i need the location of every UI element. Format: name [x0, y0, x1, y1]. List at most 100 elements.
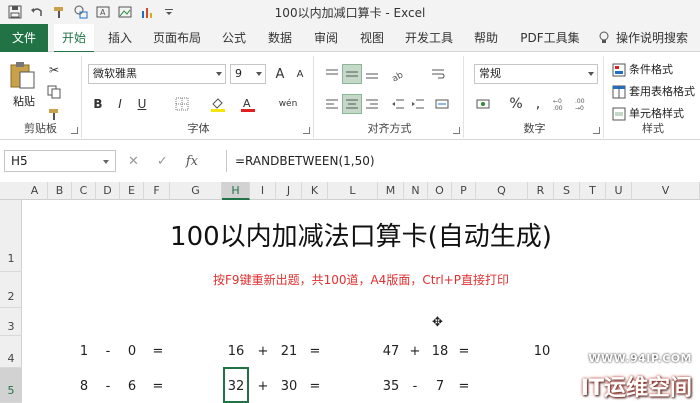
cell[interactable]: =: [303, 344, 327, 359]
bold-button[interactable]: B: [88, 94, 108, 114]
conditional-formatting-button[interactable]: 条件格式: [612, 60, 673, 80]
italic-button[interactable]: I: [110, 94, 130, 114]
cell[interactable]: +: [251, 344, 275, 359]
decrease-decimal-icon[interactable]: .00 →0: [574, 94, 594, 114]
tab-file[interactable]: 文件: [0, 24, 48, 52]
cell[interactable]: 7: [428, 379, 452, 394]
column-header[interactable]: B: [48, 182, 72, 200]
column-header[interactable]: L: [328, 182, 378, 200]
cell[interactable]: 47: [379, 344, 403, 359]
increase-indent-icon[interactable]: [408, 94, 428, 114]
fill-color-icon[interactable]: [208, 94, 228, 114]
cell[interactable]: -: [96, 344, 120, 359]
cell[interactable]: 0: [120, 344, 144, 359]
cell[interactable]: -: [403, 379, 427, 394]
clipboard-launcher-icon[interactable]: [71, 127, 78, 134]
tell-me-search[interactable]: 操作说明搜索: [598, 24, 688, 52]
align-center-icon[interactable]: [342, 94, 362, 114]
enter-icon[interactable]: ✓: [157, 154, 168, 169]
column-header[interactable]: C: [72, 182, 96, 200]
accounting-format-icon[interactable]: [474, 94, 494, 114]
increase-decimal-icon[interactable]: ←0.00: [552, 94, 572, 114]
align-right-icon[interactable]: [362, 94, 382, 114]
column-header[interactable]: O: [428, 182, 452, 200]
align-bottom-icon[interactable]: [362, 64, 382, 84]
column-header[interactable]: E: [120, 182, 144, 200]
cell[interactable]: 1: [72, 344, 96, 359]
decrease-indent-icon[interactable]: [388, 94, 408, 114]
column-header[interactable]: N: [404, 182, 428, 200]
tab-view[interactable]: 视图: [352, 24, 392, 52]
cell[interactable]: =: [452, 379, 476, 394]
column-header[interactable]: F: [144, 182, 170, 200]
format-as-table-button[interactable]: 套用表格格式: [612, 82, 695, 102]
column-header[interactable]: P: [452, 182, 476, 200]
column-header[interactable]: V: [632, 182, 700, 200]
tab-developer[interactable]: 开发工具: [398, 24, 460, 52]
phonetic-button[interactable]: wén: [274, 94, 302, 114]
cell[interactable]: 16: [224, 344, 248, 359]
cell[interactable]: +: [403, 344, 427, 359]
tab-data[interactable]: 数据: [260, 24, 300, 52]
merge-center-icon[interactable]: [432, 94, 452, 114]
borders-icon[interactable]: [172, 94, 192, 114]
formula-input[interactable]: =RANDBETWEEN(1,50): [226, 150, 700, 172]
column-header[interactable]: S: [554, 182, 580, 200]
column-header[interactable]: T: [580, 182, 606, 200]
cell[interactable]: 35: [379, 379, 403, 394]
tab-home[interactable]: 开始: [54, 24, 94, 53]
row-header[interactable]: 1: [0, 200, 22, 272]
cell[interactable]: =: [146, 379, 170, 394]
decrease-font-button[interactable]: A: [290, 64, 310, 84]
column-header[interactable]: G: [170, 182, 222, 200]
cell[interactable]: 8: [72, 379, 96, 394]
tab-pdf-tools[interactable]: PDF工具集: [512, 24, 588, 52]
tab-insert[interactable]: 插入: [100, 24, 140, 52]
tab-review[interactable]: 审阅: [306, 24, 346, 52]
font-name-combo[interactable]: 微软雅黑: [88, 64, 226, 84]
name-box[interactable]: H5: [4, 150, 116, 172]
column-header[interactable]: M: [378, 182, 404, 200]
increase-font-button[interactable]: A: [270, 64, 290, 84]
column-header[interactable]: A: [22, 182, 48, 200]
tab-formulas[interactable]: 公式: [214, 24, 254, 52]
align-top-icon[interactable]: [322, 64, 342, 84]
cell[interactable]: -: [96, 379, 120, 394]
font-launcher-icon[interactable]: [303, 127, 310, 134]
font-color-icon[interactable]: A: [238, 94, 258, 114]
column-header[interactable]: R: [528, 182, 554, 200]
paste-button[interactable]: 粘贴: [8, 60, 40, 114]
insert-function-button[interactable]: fx: [186, 154, 198, 169]
number-format-combo[interactable]: 常规: [474, 64, 598, 84]
comma-style-button[interactable]: ,: [528, 94, 548, 114]
column-header[interactable]: I: [250, 182, 276, 200]
column-header-selected[interactable]: H: [222, 182, 250, 200]
copy-icon[interactable]: [44, 82, 64, 102]
cell[interactable]: 30: [277, 379, 301, 394]
column-header[interactable]: Q: [476, 182, 528, 200]
alignment-launcher-icon[interactable]: [453, 127, 460, 134]
cut-icon[interactable]: ✂: [44, 60, 64, 80]
row-header[interactable]: 2: [0, 272, 22, 308]
row-header[interactable]: 3: [0, 308, 22, 336]
cell[interactable]: =: [303, 379, 327, 394]
cell[interactable]: 6: [120, 379, 144, 394]
cell[interactable]: =: [146, 344, 170, 359]
orientation-icon[interactable]: ab: [388, 64, 408, 84]
cell[interactable]: 21: [277, 344, 301, 359]
row-header-selected[interactable]: 5: [0, 368, 22, 403]
align-left-icon[interactable]: [322, 94, 342, 114]
tab-page-layout[interactable]: 页面布局: [146, 24, 208, 52]
align-middle-icon[interactable]: [342, 64, 362, 84]
column-header[interactable]: U: [606, 182, 632, 200]
underline-button[interactable]: U: [132, 94, 152, 114]
cell[interactable]: 18: [428, 344, 452, 359]
percent-style-button[interactable]: %: [506, 94, 526, 114]
cell[interactable]: =: [452, 344, 476, 359]
cancel-icon[interactable]: ✕: [128, 154, 139, 169]
number-launcher-icon[interactable]: [593, 127, 600, 134]
tab-help[interactable]: 帮助: [466, 24, 506, 52]
column-header[interactable]: J: [276, 182, 302, 200]
row-header[interactable]: 4: [0, 336, 22, 368]
wrap-text-icon[interactable]: [428, 64, 448, 84]
